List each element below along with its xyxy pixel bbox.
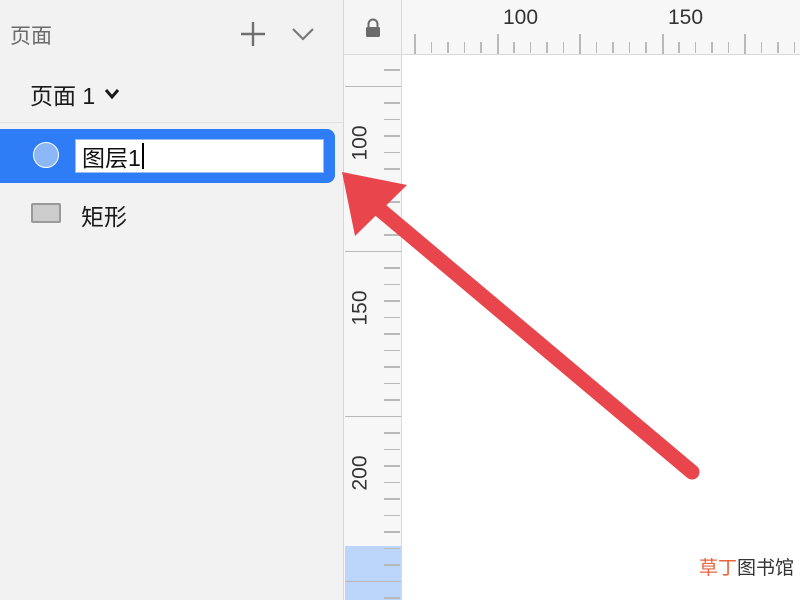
layer-label: 矩形 <box>81 204 127 230</box>
ruler-tick <box>595 42 597 53</box>
ruler-corner[interactable] <box>344 0 402 55</box>
ruler-tick <box>628 42 630 53</box>
ruler-tick <box>384 514 400 516</box>
add-page-button[interactable] <box>238 19 268 49</box>
page-selector[interactable]: 页面 1 <box>30 76 121 112</box>
ruler-label-v-150: 150 <box>348 290 372 326</box>
ruler-tick <box>345 580 401 582</box>
layer-item-rectangle[interactable]: 矩形 <box>0 186 343 240</box>
ruler-tick <box>760 42 762 53</box>
layer-rename-input[interactable]: 图层1 <box>75 139 324 173</box>
ruler-tick <box>384 448 400 450</box>
ruler-tick <box>384 498 400 500</box>
ruler-tick <box>384 234 400 236</box>
ruler-tick <box>447 42 449 53</box>
ruler-tick <box>384 531 400 533</box>
ruler-tick <box>414 34 416 54</box>
ruler-selection-highlight <box>345 546 401 600</box>
horizontal-ruler[interactable]: 100 150 <box>402 0 800 55</box>
ruler-tick <box>384 432 400 434</box>
ruler-label-h-100: 100 <box>503 6 539 29</box>
ruler-tick <box>513 42 515 53</box>
ruler-tick <box>384 564 400 566</box>
chevron-down-icon <box>292 28 314 41</box>
ruler-tick <box>562 42 564 53</box>
ruler-tick <box>384 217 400 219</box>
ruler-tick <box>384 267 400 269</box>
sidebar-header: 页面 <box>0 0 343 66</box>
text-caret <box>141 143 144 169</box>
sidebar-title: 页面 <box>10 25 52 48</box>
rectangle-icon <box>31 203 61 223</box>
ruler-tick <box>384 201 400 203</box>
layer-name-text: 图层1 <box>82 145 141 171</box>
ruler-tick <box>384 382 400 384</box>
ruler-tick <box>546 42 548 53</box>
ruler-tick <box>345 85 401 87</box>
ruler-tick <box>384 151 400 153</box>
ruler-tick <box>480 42 482 53</box>
ruler-tick <box>496 34 499 54</box>
layer-item-oval[interactable]: 图层1 <box>0 129 335 183</box>
ruler-tick <box>384 481 400 483</box>
ruler-tick <box>384 283 400 285</box>
ruler-tick <box>384 300 400 302</box>
ruler-tick <box>345 415 401 417</box>
ruler-tick <box>384 168 400 170</box>
ruler-tick <box>345 250 401 252</box>
ruler-tick <box>384 118 400 120</box>
ruler-tick <box>645 42 647 53</box>
ruler-tick <box>384 333 400 335</box>
ruler-tick <box>463 42 465 53</box>
layers-sidebar: 页面 页面 1 图层1 矩形 <box>0 0 343 600</box>
ruler-tick <box>793 42 795 53</box>
ruler-tick <box>694 42 696 53</box>
ruler-tick <box>579 34 581 54</box>
collapse-pages-button[interactable] <box>288 20 318 48</box>
ruler-tick <box>384 597 400 599</box>
ruler-label-v-100: 100 <box>348 125 372 161</box>
ruler-tick <box>384 399 400 401</box>
page-selector-label: 页面 1 <box>30 83 96 109</box>
watermark-part2: 图书馆 <box>737 557 795 579</box>
ruler-tick <box>661 34 664 54</box>
ruler-tick <box>384 349 400 351</box>
watermark-part1: 草丁 <box>699 557 738 579</box>
ruler-tick <box>384 316 400 318</box>
ruler-tick <box>529 42 531 53</box>
divider <box>0 122 343 123</box>
chevron-down-icon <box>105 89 120 100</box>
plus-icon <box>241 22 265 46</box>
ruler-tick <box>384 69 400 71</box>
vertical-ruler[interactable]: 100 150 200 <box>344 55 402 600</box>
ruler-tick <box>678 42 680 53</box>
circle-icon <box>33 142 59 168</box>
ruler-tick <box>777 42 779 53</box>
ruler-tick <box>384 184 400 186</box>
ruler-label-h-150: 150 <box>668 6 704 29</box>
ruler-tick <box>384 135 400 137</box>
ruler-tick <box>384 547 400 549</box>
design-canvas[interactable] <box>402 55 800 600</box>
watermark: 草丁图书馆 <box>699 553 794 580</box>
ruler-tick <box>384 465 400 467</box>
lock-icon <box>366 18 380 37</box>
ruler-tick <box>727 42 729 53</box>
ruler-tick <box>384 366 400 368</box>
ruler-tick <box>430 42 432 53</box>
ruler-tick <box>744 34 746 54</box>
ruler-label-v-200: 200 <box>348 455 372 491</box>
ruler-tick <box>384 102 400 104</box>
ruler-tick <box>711 42 713 53</box>
ruler-tick <box>612 42 614 53</box>
